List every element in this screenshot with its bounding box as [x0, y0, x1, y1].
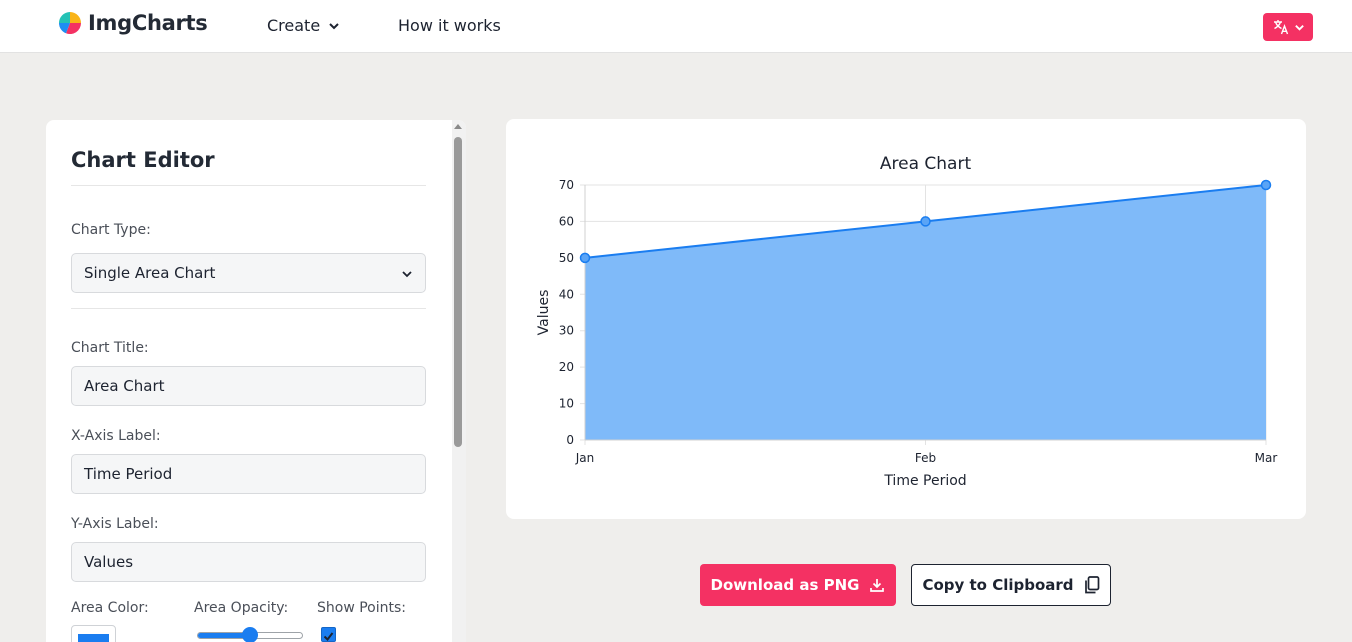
chevron-down-icon [1294, 24, 1304, 31]
x-tick-label: Feb [915, 451, 936, 465]
language-button[interactable] [1263, 13, 1313, 41]
show-points-label: Show Points: [317, 600, 406, 616]
logo-pie-icon [58, 12, 82, 35]
copy-icon [1084, 576, 1099, 594]
divider [71, 308, 426, 309]
y-axis-value: Values [84, 553, 134, 571]
translate-icon [1273, 20, 1288, 35]
area-color-picker[interactable] [71, 625, 116, 642]
area-opacity-label: Area Opacity: [194, 600, 289, 616]
y-tick-label: 40 [559, 287, 574, 301]
brand-logo[interactable]: ImgCharts [58, 11, 208, 35]
chart-title: Area Chart [880, 154, 972, 174]
y-axis-label: Y-Axis Label: [71, 516, 159, 532]
area-color-label: Area Color: [71, 600, 149, 616]
y-axis-input[interactable]: Values [71, 542, 426, 582]
x-axis-label: X-Axis Label: [71, 428, 161, 444]
y-axis-title: Values [536, 290, 552, 336]
data-point [579, 252, 591, 264]
scroll-up-arrow-icon[interactable] [454, 124, 462, 129]
data-point [1260, 179, 1272, 191]
chart-title-input[interactable]: Area Chart [71, 366, 426, 406]
y-tick-label: 60 [559, 214, 574, 228]
chart-title-label: Chart Title: [71, 340, 149, 356]
chart-title-value: Area Chart [84, 377, 165, 395]
nav-create-menu[interactable]: Create [267, 16, 340, 35]
data-point [920, 216, 931, 227]
copy-label: Copy to Clipboard [922, 576, 1074, 594]
chart-editor-panel: Chart Editor Chart Type: Single Area Cha… [46, 120, 466, 642]
y-tick-label: 10 [559, 397, 574, 411]
y-tick-label: 0 [566, 433, 574, 447]
editor-title: Chart Editor [71, 148, 215, 172]
x-axis-title: Time Period [883, 473, 966, 489]
chevron-down-icon [402, 271, 412, 278]
checkmark-icon [323, 632, 334, 642]
editor-scrollbar-thumb[interactable] [454, 137, 462, 447]
y-tick-label: 70 [559, 178, 574, 192]
y-tick-label: 50 [559, 251, 574, 265]
nav-how-it-works[interactable]: How it works [398, 16, 501, 35]
chart-preview-card: 0 10 20 30 40 50 60 70 Jan Feb Mar Area Chart Time P… [506, 119, 1306, 519]
chart-type-select[interactable]: Single Area Chart [71, 253, 426, 293]
download-icon [870, 579, 885, 592]
area-color-fill [78, 634, 109, 642]
chevron-down-icon [329, 22, 339, 29]
nav-how-it-works-label: How it works [398, 16, 501, 35]
nav-create-label: Create [267, 16, 321, 35]
top-header: ImgCharts Create How it works [0, 0, 1352, 53]
show-points-checkbox[interactable] [321, 627, 336, 642]
download-label: Download as PNG [710, 576, 860, 594]
brand-name: ImgCharts [88, 11, 208, 35]
divider [71, 185, 426, 186]
download-png-button[interactable]: Download as PNG [700, 564, 896, 606]
x-tick-label: Mar [1255, 451, 1278, 465]
chart-type-label: Chart Type: [71, 222, 151, 238]
copy-to-clipboard-button[interactable]: Copy to Clipboard [911, 564, 1111, 606]
x-tick-label: Jan [575, 451, 595, 465]
area-chart: 0 10 20 30 40 50 60 70 Jan Feb Mar Area Chart Time P… [536, 154, 1278, 489]
y-tick-label: 30 [559, 324, 574, 338]
x-axis-input[interactable]: Time Period [71, 454, 426, 494]
y-tick-label: 20 [559, 360, 574, 374]
area-opacity-thumb[interactable] [242, 627, 258, 642]
x-axis-value: Time Period [84, 465, 173, 483]
chart-type-value: Single Area Chart [84, 264, 216, 282]
